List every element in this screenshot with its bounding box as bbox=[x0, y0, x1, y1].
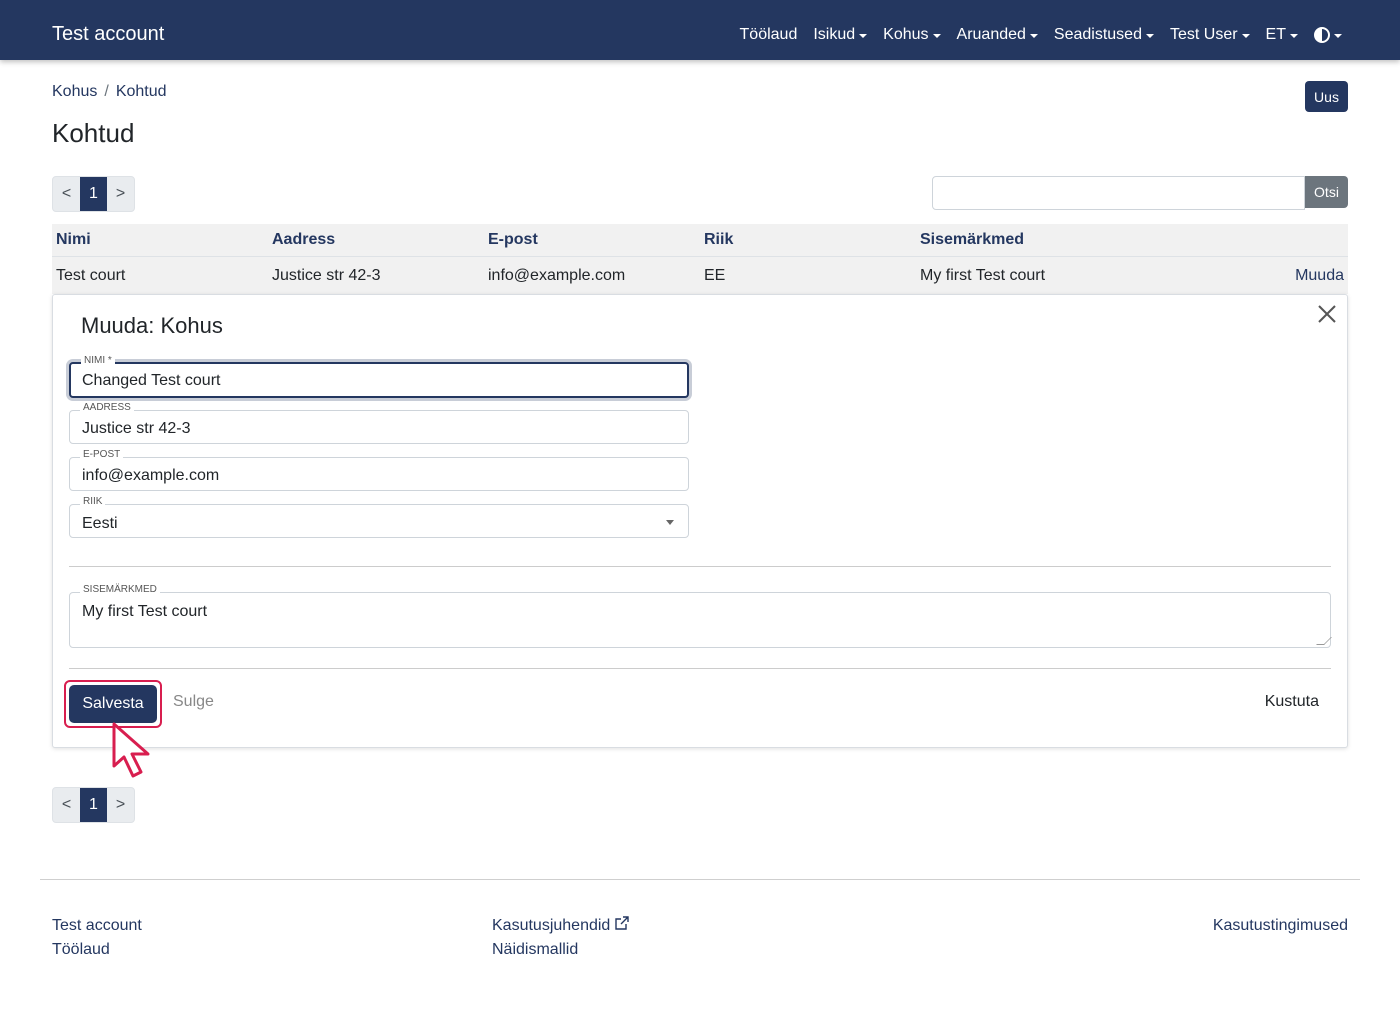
name-field[interactable]: NIMI * Changed Test court bbox=[69, 355, 689, 398]
country-select[interactable]: RIIK Eesti bbox=[69, 496, 689, 538]
nav-item-language[interactable]: ET bbox=[1266, 24, 1298, 46]
cell-country: EE bbox=[704, 266, 726, 284]
footer-link-dashboard[interactable]: Töölaud bbox=[52, 938, 142, 962]
column-header-email[interactable]: E-post bbox=[484, 231, 700, 249]
pagination-top: < 1 > bbox=[52, 176, 135, 212]
field-value: Justice str 42-3 bbox=[82, 420, 191, 437]
table-header: Nimi Aadress E-post Riik Sisemärkmed bbox=[52, 224, 1348, 256]
courts-table: Nimi Aadress E-post Riik Sisemärkmed Tes… bbox=[52, 224, 1348, 294]
panel-title: Muuda: Kohus bbox=[81, 313, 223, 338]
footer-link-terms[interactable]: Kasutustingimused bbox=[1213, 914, 1348, 938]
footer-link-manuals[interactable]: Kasutusjuhendid bbox=[492, 917, 610, 934]
footer-link-templates[interactable]: Näidismallid bbox=[492, 938, 630, 962]
caret-down-icon bbox=[1029, 34, 1038, 38]
field-label: NIMI * bbox=[81, 355, 115, 367]
field-label: SISEMÄRKMED bbox=[80, 584, 160, 596]
caret-down-icon bbox=[1241, 34, 1250, 38]
nav-item-label: Test User bbox=[1169, 26, 1238, 43]
pagination-bottom: < 1 > bbox=[52, 787, 135, 823]
field-label: AADRESS bbox=[80, 402, 134, 414]
nav-item-label: Isikud bbox=[813, 26, 856, 43]
cell-name: Test court bbox=[56, 266, 126, 284]
save-button[interactable]: Salvesta bbox=[69, 685, 157, 723]
field-value: My first Test court bbox=[82, 603, 208, 620]
next-page-button[interactable]: > bbox=[107, 788, 134, 822]
address-field[interactable]: AADRESS Justice str 42-3 bbox=[69, 402, 689, 444]
field-value: info@example.com bbox=[82, 467, 220, 484]
search-input[interactable] bbox=[932, 176, 1305, 210]
breadcrumb-separator: / bbox=[104, 83, 109, 100]
caret-down-icon bbox=[932, 34, 941, 38]
field-label: E-POST bbox=[80, 449, 124, 461]
page-title: Kohtud bbox=[52, 118, 135, 148]
nav-menu: Töölaud Isikud Kohus Aruanded Seadistuse… bbox=[724, 24, 1342, 46]
close-button[interactable]: Sulge bbox=[173, 693, 214, 711]
next-page-button[interactable]: > bbox=[107, 177, 134, 211]
footer-right: Kasutustingimused bbox=[1213, 914, 1348, 938]
column-header-notes[interactable]: Sisemärkmed bbox=[916, 231, 1132, 249]
edit-panel: Muuda: Kohus NIMI * Changed Test court A… bbox=[52, 294, 1348, 748]
footer-link-manuals-row[interactable]: Kasutusjuhendid bbox=[492, 914, 630, 938]
mouse-cursor-icon bbox=[112, 722, 150, 778]
breadcrumb-item-kohus[interactable]: Kohus bbox=[52, 82, 97, 102]
nav-item-isikud[interactable]: Isikud bbox=[813, 24, 868, 46]
nav-item-label: Aruanded bbox=[956, 26, 1026, 43]
breadcrumb: Kohus / Kohtud bbox=[52, 82, 167, 102]
prev-page-button[interactable]: < bbox=[53, 177, 80, 211]
column-header-address[interactable]: Aadress bbox=[268, 231, 484, 249]
delete-button[interactable]: Kustuta bbox=[1265, 693, 1319, 711]
theme-toggle[interactable] bbox=[1314, 24, 1342, 46]
caret-down-icon bbox=[1334, 34, 1342, 38]
nav-item-label: Seadistused bbox=[1053, 26, 1142, 43]
chevron-down-icon bbox=[666, 520, 674, 525]
page-button-1[interactable]: 1 bbox=[80, 177, 107, 211]
prev-page-button[interactable]: < bbox=[53, 788, 80, 822]
close-icon[interactable] bbox=[1316, 303, 1338, 325]
column-header-name[interactable]: Nimi bbox=[52, 231, 268, 249]
column-header-country[interactable]: Riik bbox=[700, 231, 916, 249]
nav-item-aruanded[interactable]: Aruanded bbox=[957, 24, 1038, 46]
field-value: Changed Test court bbox=[82, 372, 221, 389]
caret-down-icon bbox=[1145, 34, 1154, 38]
field-label: RIIK bbox=[80, 496, 106, 508]
footer-divider bbox=[40, 879, 1360, 880]
page-button-1[interactable]: 1 bbox=[80, 788, 107, 822]
nav-item-label: ET bbox=[1265, 26, 1286, 43]
breadcrumb-item-kohtud[interactable]: Kohtud bbox=[116, 82, 167, 102]
footer-link-account[interactable]: Test account bbox=[52, 914, 142, 938]
search-button[interactable]: Otsi bbox=[1305, 176, 1348, 208]
edit-link[interactable]: Muuda bbox=[1132, 267, 1348, 285]
cell-notes: My first Test court bbox=[920, 266, 1046, 284]
table-row[interactable]: Test court Justice str 42-3 info@example… bbox=[52, 256, 1348, 294]
nav-item-user[interactable]: Test User bbox=[1170, 24, 1250, 46]
nav-item-seadistused[interactable]: Seadistused bbox=[1054, 24, 1154, 46]
caret-down-icon bbox=[859, 34, 868, 38]
nav-item-label: Töölaud bbox=[739, 26, 798, 43]
cell-address: Justice str 42-3 bbox=[272, 266, 381, 284]
caret-down-icon bbox=[1290, 34, 1298, 38]
nav-item-toolaud[interactable]: Töölaud bbox=[740, 24, 798, 46]
nav-item-label: Kohus bbox=[883, 26, 929, 43]
notes-textarea[interactable]: SISEMÄRKMED My first Test court bbox=[69, 584, 1332, 648]
top-navbar: Test account Töölaud Isikud Kohus Aruand… bbox=[0, 0, 1400, 60]
external-link-icon bbox=[615, 916, 630, 930]
nav-item-kohus[interactable]: Kohus bbox=[883, 24, 941, 46]
resize-handle-icon[interactable] bbox=[1316, 637, 1332, 645]
divider bbox=[69, 566, 1331, 567]
search-bar: Otsi bbox=[932, 176, 1348, 210]
new-button[interactable]: Uus bbox=[1305, 81, 1348, 112]
divider bbox=[69, 668, 1331, 669]
contrast-icon bbox=[1314, 27, 1330, 43]
email-field[interactable]: E-POST info@example.com bbox=[69, 449, 689, 491]
footer-left: Test account Töölaud bbox=[52, 914, 142, 962]
field-value: Eesti bbox=[82, 515, 118, 532]
brand-link[interactable]: Test account bbox=[52, 22, 164, 46]
cell-email: info@example.com bbox=[488, 266, 626, 284]
footer-middle: Kasutusjuhendid Näidismallid bbox=[492, 914, 630, 962]
